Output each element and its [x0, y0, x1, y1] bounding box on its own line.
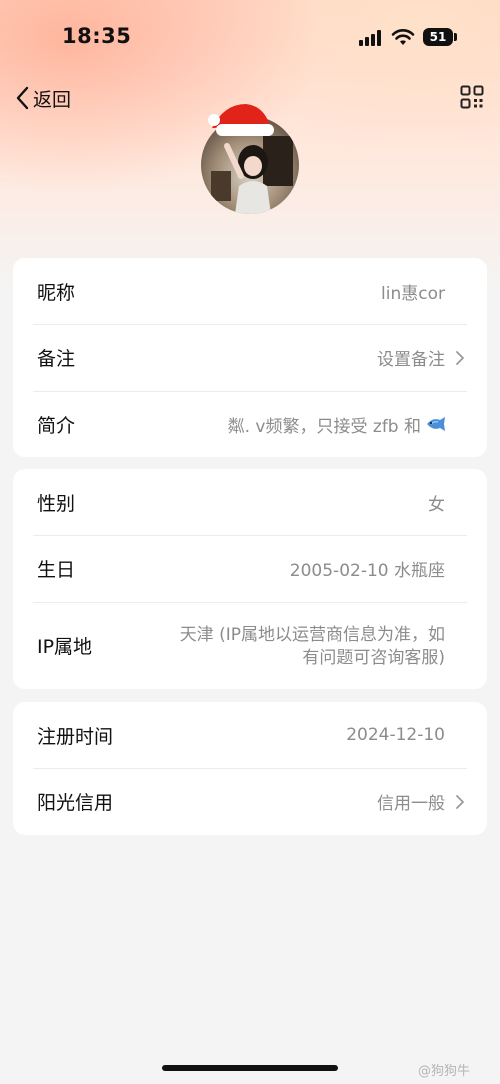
profile-card-account: 注册时间 2024-12-10 阳光信用 信用一般	[13, 702, 487, 835]
remark-label: 备注	[37, 348, 76, 370]
wifi-icon	[391, 29, 415, 45]
signal-icon	[359, 30, 383, 46]
nickname-value: lin惠cor	[381, 283, 445, 304]
gender-value: 女	[428, 494, 445, 515]
ip-location-label: IP属地	[37, 636, 93, 658]
status-bar: 18:35 51	[0, 0, 500, 74]
sunshine-credit-value: 信用一般	[377, 794, 445, 814]
watermark: @狗狗牛	[418, 1064, 471, 1079]
gender-row: 性别 女	[13, 469, 487, 535]
birthday-value: 2005-02-10 水瓶座	[289, 561, 445, 581]
sunshine-credit-label: 阳光信用	[37, 792, 114, 814]
chevron-right-icon	[456, 350, 464, 365]
battery-cap	[454, 33, 457, 41]
remark-row[interactable]: 备注 设置备注	[13, 324, 487, 391]
ip-location-line1: 天津 (IP属地以运营商信息为准，如	[179, 625, 445, 645]
register-time-value: 2024-12-10	[346, 725, 445, 745]
bio-value: 粼. v频繁，只接受 zfb 和	[228, 391, 447, 457]
ip-location-line2: 有问题可咨询客服)	[302, 648, 445, 668]
battery-icon: 51	[423, 28, 453, 46]
sunshine-credit-row[interactable]: 阳光信用 信用一般	[13, 768, 487, 835]
ip-location-row: IP属地 天津 (IP属地以运营商信息为准，如 有问题可咨询客服)	[13, 602, 487, 689]
birthday-label: 生日	[37, 559, 76, 581]
profile-card-details: 性别 女 生日 2005-02-10 水瓶座 IP属地 天津 (IP属地以运营商…	[13, 469, 487, 689]
nickname-row: 昵称 lin惠cor	[13, 258, 487, 324]
register-time-label: 注册时间	[37, 725, 114, 748]
battery-level: 51	[429, 30, 447, 44]
back-button[interactable]: 返回	[14, 84, 71, 112]
qr-code-icon[interactable]	[460, 85, 484, 109]
register-time-row: 注册时间 2024-12-10	[13, 702, 487, 768]
profile-card-basic: 昵称 lin惠cor 备注 设置备注 简介 粼. v频繁，只接受 zfb 和	[13, 258, 487, 457]
fish-emoji-icon	[427, 417, 445, 431]
bio-row: 简介 粼. v频繁，只接受 zfb 和	[13, 391, 487, 457]
nickname-label: 昵称	[37, 281, 76, 304]
back-label: 返回	[33, 88, 72, 111]
remark-value: 设置备注	[377, 350, 445, 370]
home-indicator[interactable]	[162, 1065, 338, 1071]
chevron-left-icon	[16, 86, 29, 110]
santa-hat-icon	[208, 104, 274, 136]
bio-label: 简介	[37, 414, 76, 437]
ip-location-value: 天津 (IP属地以运营商信息为准，如 有问题可咨询客服)	[125, 624, 445, 670]
status-time: 18:35	[62, 24, 132, 48]
bio-text: 粼. v频繁，只接受 zfb 和	[227, 416, 421, 437]
chevron-right-icon	[456, 794, 464, 809]
gender-label: 性别	[37, 492, 76, 515]
birthday-row: 生日 2005-02-10 水瓶座	[13, 535, 487, 602]
